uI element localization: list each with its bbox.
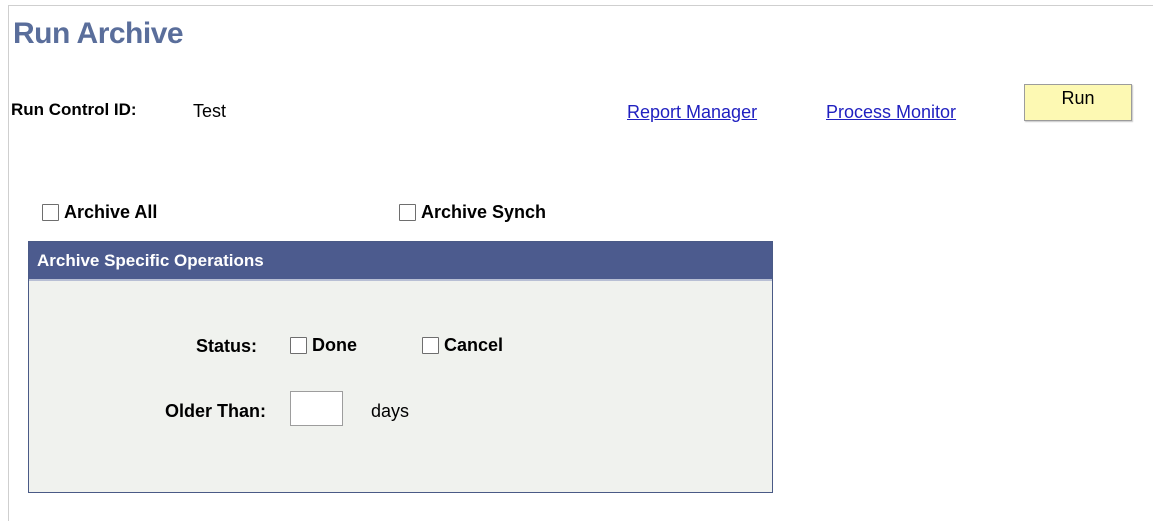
frame-border-top — [8, 5, 1153, 6]
run-button[interactable]: Run — [1024, 84, 1132, 121]
report-manager-link[interactable]: Report Manager — [627, 102, 757, 123]
days-unit-label: days — [371, 401, 410, 421]
archive-all-label: Archive All — [64, 202, 158, 222]
run-control-id-label: Run Control ID: — [11, 100, 137, 119]
status-label: Status: — [196, 336, 258, 356]
archive-synch-checkbox[interactable] — [399, 204, 416, 221]
older-than-label: Older Than: — [165, 401, 267, 421]
process-monitor-link[interactable]: Process Monitor — [826, 102, 956, 123]
status-done-option: Done — [290, 335, 357, 356]
status-done-label: Done — [312, 335, 357, 355]
frame-border-left — [8, 5, 9, 521]
archive-all-option: Archive All — [42, 202, 157, 223]
archive-synch-option: Archive Synch — [399, 202, 546, 223]
status-cancel-label: Cancel — [444, 335, 504, 355]
status-cancel-checkbox[interactable] — [422, 337, 439, 354]
status-cancel-option: Cancel — [422, 335, 503, 356]
run-control-id-value: Test — [193, 101, 227, 121]
page-title: Run Archive — [13, 17, 184, 50]
archive-all-checkbox[interactable] — [42, 204, 59, 221]
older-than-days-input[interactable] — [290, 391, 343, 426]
status-done-checkbox[interactable] — [290, 337, 307, 354]
archive-synch-label: Archive Synch — [421, 202, 547, 222]
group-header: Archive Specific Operations — [29, 242, 772, 281]
archive-specific-operations-group: Archive Specific Operations Status: Done… — [28, 241, 773, 493]
